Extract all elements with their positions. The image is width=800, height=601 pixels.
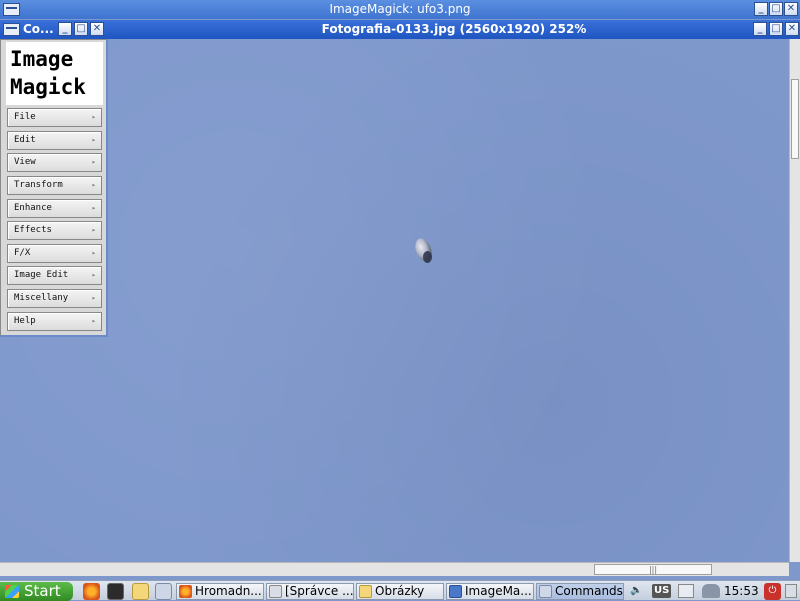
submenu-arrow-icon: ▸ — [91, 294, 96, 302]
commands-window-menu-icon[interactable] — [3, 23, 20, 36]
image-canvas[interactable] — [0, 39, 789, 562]
window-menu-icon[interactable] — [3, 3, 20, 16]
menu-edit-button[interactable]: Edit ▸ — [7, 131, 102, 150]
viewer-minimize-button[interactable]: _ — [753, 22, 767, 36]
start-logo-icon — [5, 585, 19, 598]
menu-view-button[interactable]: View ▸ — [7, 153, 102, 172]
weather-icon[interactable] — [702, 584, 720, 598]
terminal-icon[interactable] — [107, 583, 124, 600]
submenu-arrow-icon: ▸ — [91, 136, 96, 144]
menu-label: Image Edit — [14, 270, 69, 280]
menu-label: Enhance — [14, 203, 52, 213]
horizontal-scroll-thumb[interactable]: ||| — [594, 564, 712, 575]
menu-label: Edit — [14, 135, 36, 145]
task-imagemagick[interactable]: ImageMa... — [446, 583, 534, 600]
submenu-arrow-icon: ▸ — [91, 317, 96, 325]
task-label: ImageMa... — [465, 584, 532, 598]
menu-fx-button[interactable]: F/X ▸ — [7, 244, 102, 263]
commands-maximize-button[interactable]: □ — [74, 22, 88, 36]
task-label: Commands — [555, 584, 623, 598]
task-label: Obrázky — [375, 584, 425, 598]
task-commands[interactable]: Commands — [536, 583, 624, 600]
submenu-arrow-icon: ▸ — [91, 113, 96, 121]
task-hromadne[interactable]: Hromadn... — [176, 583, 264, 600]
maximize-button[interactable]: □ — [769, 2, 783, 16]
start-label: Start — [24, 582, 61, 600]
window-icon — [539, 585, 552, 598]
firefox-icon[interactable] — [83, 583, 100, 600]
viewer-titlebar[interactable]: Fotografia-0133.jpg (2560x1920) 252% _ □… — [108, 20, 800, 39]
task-label: Hromadn... — [195, 584, 262, 598]
menu-label: F/X — [14, 248, 31, 258]
menu-label: View — [14, 157, 36, 167]
horizontal-scrollbar[interactable]: ||| — [0, 562, 789, 576]
task-obrazky[interactable]: Obrázky — [356, 583, 444, 600]
taskbar: Start Hromadn... [Správce ... Obrázky Im… — [0, 580, 800, 601]
printer-icon[interactable] — [678, 584, 694, 598]
viewer-restore-button[interactable]: □ — [769, 22, 783, 36]
keyboard-layout-indicator[interactable]: US — [652, 584, 672, 598]
clock[interactable]: 15:53 — [724, 583, 759, 599]
menu-transform-button[interactable]: Transform ▸ — [7, 176, 102, 195]
menu-label: Transform — [14, 180, 63, 190]
volume-icon[interactable]: 🔈 — [630, 584, 642, 598]
close-button[interactable]: ✕ — [784, 2, 798, 16]
menu-enhance-button[interactable]: Enhance ▸ — [7, 199, 102, 218]
commands-titlebar[interactable]: Co... _ □ ✕ — [0, 20, 108, 39]
folder-icon[interactable] — [132, 583, 149, 600]
folder-icon — [359, 585, 372, 598]
screenshot-icon[interactable] — [155, 583, 172, 600]
submenu-arrow-icon: ▸ — [91, 158, 96, 166]
firefox-icon — [179, 585, 192, 598]
logo-line-1: Image — [10, 47, 74, 71]
menu-label: File — [14, 112, 36, 122]
start-button[interactable]: Start — [0, 582, 73, 601]
viewer-close-button[interactable]: ✕ — [785, 22, 799, 36]
logo-line-2: Magick — [10, 75, 86, 99]
minimize-button[interactable]: _ — [754, 2, 768, 16]
menu-label: Help — [14, 316, 36, 326]
task-spravce[interactable]: [Správce ... — [266, 583, 354, 600]
submenu-arrow-icon: ▸ — [91, 204, 96, 212]
commands-minimize-button[interactable]: _ — [58, 22, 72, 36]
menu-effects-button[interactable]: Effects ▸ — [7, 221, 102, 240]
window-icon — [449, 585, 462, 598]
menu-help-button[interactable]: Help ▸ — [7, 312, 102, 331]
commands-close-button[interactable]: ✕ — [90, 22, 104, 36]
commands-panel: Image Magick File ▸ Edit ▸ View ▸ Transform… — [0, 39, 108, 337]
submenu-arrow-icon: ▸ — [91, 271, 96, 279]
submenu-arrow-icon: ▸ — [91, 181, 96, 189]
vertical-scroll-thumb[interactable] — [791, 79, 799, 159]
vertical-scrollbar[interactable] — [789, 39, 800, 562]
menu-image-edit-button[interactable]: Image Edit ▸ — [7, 266, 102, 285]
menu-file-button[interactable]: File ▸ — [7, 108, 102, 127]
ufo-object-dark-side — [423, 251, 432, 263]
file-manager-icon — [269, 585, 282, 598]
imagemagick-logo: Image Magick — [6, 42, 103, 105]
menu-miscellany-button[interactable]: Miscellany ▸ — [7, 289, 102, 308]
show-desktop-icon[interactable] — [785, 584, 797, 598]
menu-label: Miscellany — [14, 293, 69, 303]
outer-window-title: ImageMagick: ufo3.png — [329, 2, 471, 16]
outer-window-titlebar[interactable]: ImageMagick: ufo3.png _ □ ✕ — [0, 0, 800, 19]
task-label: [Správce ... — [285, 584, 354, 598]
commands-title: Co... — [23, 22, 54, 36]
menu-label: Effects — [14, 225, 52, 235]
viewer-title: Fotografia-0133.jpg (2560x1920) 252% — [321, 22, 587, 36]
submenu-arrow-icon: ▸ — [91, 226, 96, 234]
power-icon[interactable]: ⏻ — [764, 583, 781, 600]
submenu-arrow-icon: ▸ — [91, 249, 96, 257]
